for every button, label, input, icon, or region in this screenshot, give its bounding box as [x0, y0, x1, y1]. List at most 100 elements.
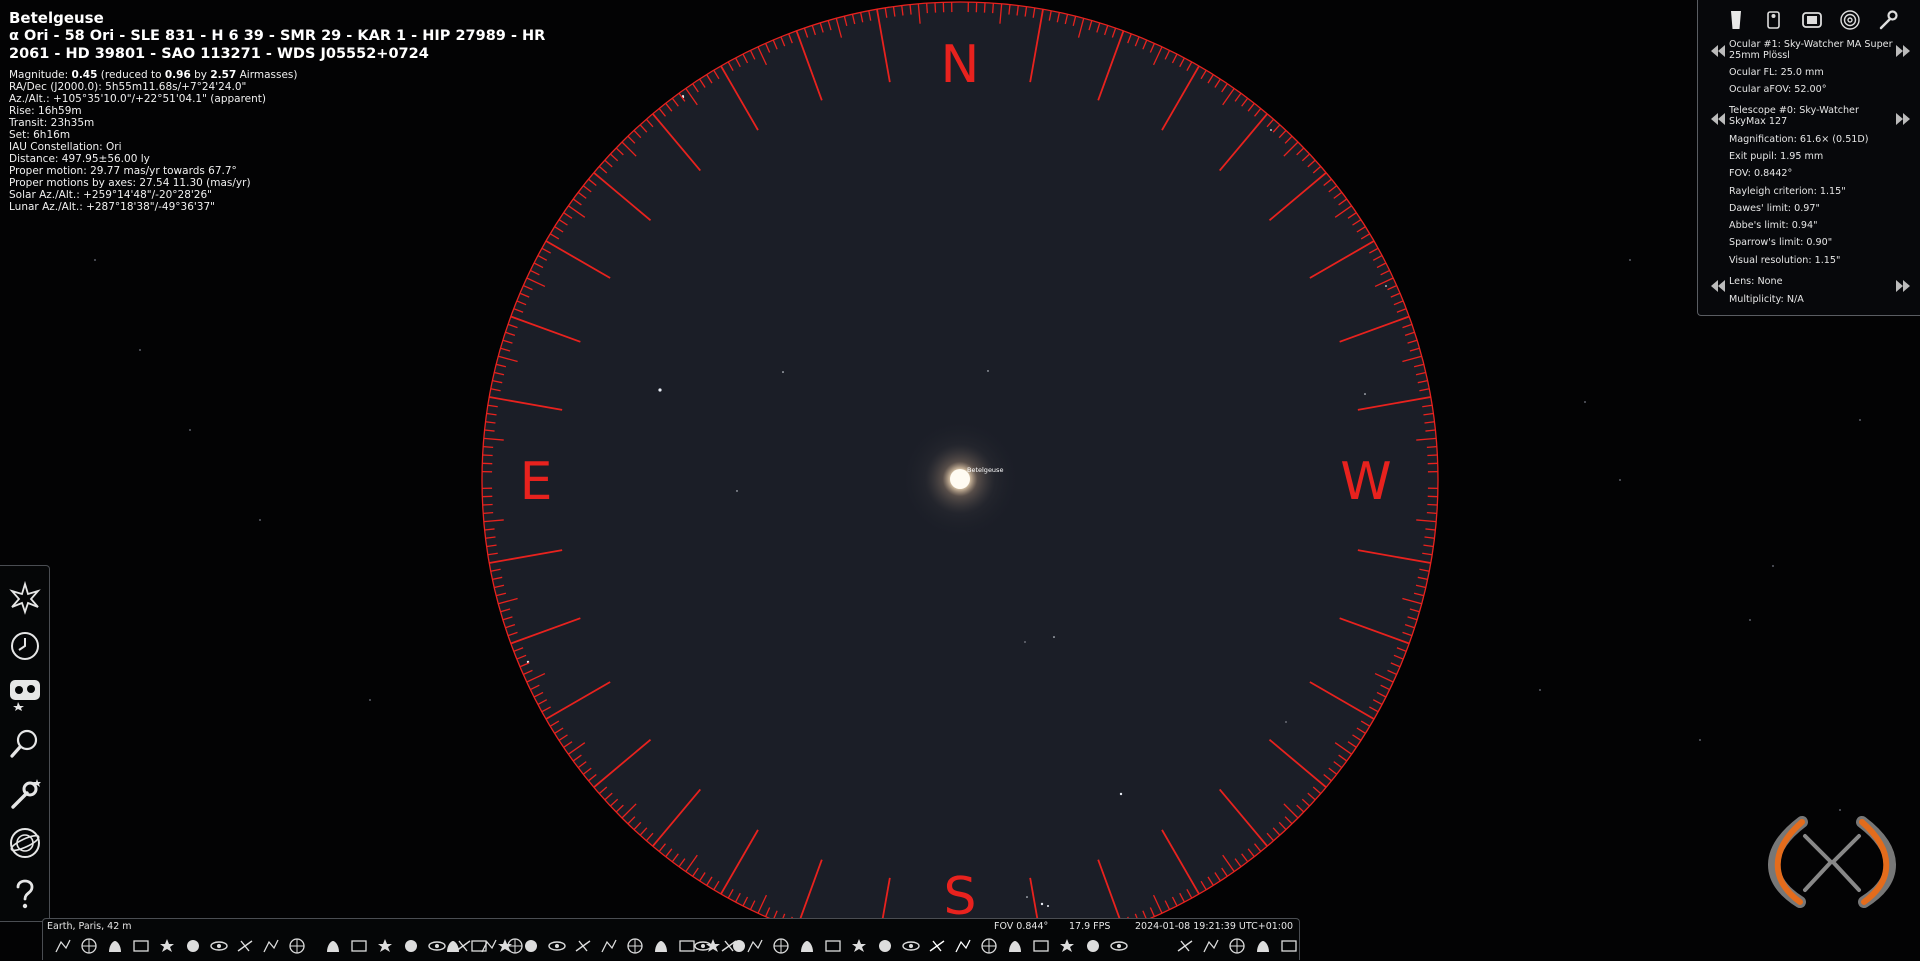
object-info-panel: Betelgeuse α Ori - 58 Ori - SLE 831 - H …	[9, 9, 609, 213]
planet-icon[interactable]	[797, 936, 817, 956]
running-man-icon[interactable]	[1057, 936, 1077, 956]
bookmarks-icon[interactable]	[719, 936, 739, 956]
fps-status: 17.9 FPS	[1069, 921, 1110, 932]
equatorial-grid-icon[interactable]	[209, 936, 229, 956]
dawes-limit: Dawes' limit: 0.97"	[1729, 203, 1897, 214]
telrad-icon[interactable]	[1838, 8, 1862, 32]
finder-icon[interactable]	[901, 936, 921, 956]
previous-ocular-icon[interactable]	[1710, 44, 1726, 58]
rotation-icon[interactable]	[875, 936, 895, 956]
forward-icon[interactable]	[1253, 936, 1273, 956]
radec-line: RA/Dec (J2000.0): 5h55m11.68s/+7°24'24.0…	[9, 81, 609, 93]
equatorial-mount-icon[interactable]	[651, 936, 671, 956]
compass-west: W	[1340, 452, 1391, 512]
telrad-toggle-icon[interactable]	[979, 936, 999, 956]
telescope-icon[interactable]	[1762, 8, 1786, 32]
atmosphere-icon[interactable]	[375, 936, 395, 956]
quit-icon[interactable]	[1279, 936, 1299, 956]
eye-icon[interactable]	[625, 936, 645, 956]
galactic-grid-icon[interactable]	[287, 936, 307, 956]
eyepiece-icon[interactable]	[823, 936, 843, 956]
dss-survey-icon[interactable]	[521, 936, 541, 956]
configure-icon[interactable]	[1876, 8, 1900, 32]
observing-list-icon[interactable]	[599, 936, 619, 956]
telescope-name: Telescope #0: Sky-Watcher SkyMax 127	[1729, 105, 1897, 127]
left-toolbar	[0, 565, 50, 922]
ocular-icon[interactable]	[1724, 8, 1748, 32]
previous-telescope-icon[interactable]	[1710, 112, 1726, 126]
visual-resolution: Visual resolution: 1.15"	[1729, 255, 1897, 266]
night-mode-icon[interactable]	[1031, 936, 1051, 956]
ocular-fl: Ocular FL: 25.0 mm	[1729, 67, 1897, 78]
fullscreen-icon[interactable]	[1005, 936, 1025, 956]
deep-sky-icon[interactable]	[573, 936, 593, 956]
pause-icon[interactable]	[1201, 936, 1221, 956]
sparrow-limit: Sparrow's limit: 0.90"	[1729, 237, 1897, 248]
cardinal-points-icon[interactable]	[323, 936, 343, 956]
angle-measure-icon[interactable]	[693, 936, 713, 956]
lens: Lens: None	[1729, 276, 1897, 287]
lunar-azalt-line: Lunar Az./Alt.: +287°18'38"/-49°36'37"	[9, 201, 609, 213]
compass-north: N	[941, 35, 980, 95]
object-details: Magnitude: 0.45 (reduced to 0.96 by 2.57…	[9, 69, 609, 213]
astronomical-calculations-icon[interactable]	[7, 825, 43, 861]
ground-icon[interactable]	[349, 936, 369, 956]
datetime-status[interactable]: 2024-01-08 19:21:39 UTC+01:00	[1135, 921, 1293, 932]
telescope-control-icon[interactable]	[771, 936, 791, 956]
next-ocular-icon[interactable]	[1895, 44, 1911, 58]
rayleigh-criterion: Rayleigh criterion: 1.15"	[1729, 186, 1897, 197]
planet-labels-icon[interactable]	[443, 936, 463, 956]
sensor-icon[interactable]	[1800, 8, 1824, 32]
ocular-view-icon[interactable]	[927, 936, 947, 956]
sky-viewing-options-icon[interactable]	[7, 580, 43, 616]
location-sky-icon[interactable]	[7, 676, 43, 712]
fov: FOV: 0.8442°	[1729, 168, 1897, 179]
oculars-panel: Ocular #1: Sky-Watcher MA Super 25mm Plö…	[1697, 0, 1920, 316]
date-time-icon[interactable]	[7, 628, 43, 664]
search-ocular-icon[interactable]	[849, 936, 869, 956]
multiplicity: Multiplicity: N/A	[1729, 294, 1897, 305]
fog-icon[interactable]	[401, 936, 421, 956]
asterism-labels-icon[interactable]	[183, 936, 203, 956]
binoculars-icon[interactable]	[1109, 936, 1129, 956]
search-icon[interactable]	[7, 726, 43, 762]
hips-survey-icon[interactable]	[547, 936, 567, 956]
constellation-boundaries-icon[interactable]	[131, 936, 151, 956]
ocular-name: Ocular #1: Sky-Watcher MA Super 25mm Plö…	[1729, 39, 1897, 61]
constellation-labels-icon[interactable]	[79, 936, 99, 956]
real-time-icon[interactable]	[1227, 936, 1247, 956]
star-label: Betelgeuse	[967, 466, 1003, 474]
constellation-lines-icon[interactable]	[53, 936, 73, 956]
proper-motion-line: Proper motion: 29.77 mas/yr towards 67.7…	[9, 165, 609, 177]
oculars-panel-toolbar	[1724, 8, 1914, 32]
azimuthal-grid-icon[interactable]	[235, 936, 255, 956]
exit-pupil: Exit pupil: 1.95 mm	[1729, 151, 1897, 162]
magnification: Magnification: 61.6× (0.51D)	[1729, 134, 1897, 145]
crosshair-icon[interactable]	[953, 936, 973, 956]
bottom-toolbar	[43, 935, 1301, 961]
abbe-limit: Abbe's limit: 0.94"	[1729, 220, 1897, 231]
constellation-art-icon[interactable]	[105, 936, 125, 956]
help-icon[interactable]	[7, 876, 43, 912]
asterism-lines-icon[interactable]	[157, 936, 177, 956]
azalt-line: Az./Alt.: +105°35'10.0"/+22°51'04.1" (ap…	[9, 93, 609, 105]
next-lens-icon[interactable]	[1895, 279, 1911, 293]
fov-status[interactable]: FOV 0.844°	[994, 921, 1048, 932]
ocular-afov: Ocular aFOV: 52.00°	[1729, 84, 1897, 95]
constellation-line: IAU Constellation: Ori	[9, 141, 609, 153]
configuration-icon[interactable]	[7, 776, 43, 812]
catalog-icon[interactable]	[745, 936, 765, 956]
ecliptic-grid-icon[interactable]	[261, 936, 281, 956]
rise-line: Rise: 16h59m	[9, 105, 609, 117]
satellite-icon[interactable]	[1083, 936, 1103, 956]
rewind-icon[interactable]	[1175, 936, 1195, 956]
distance-line: Distance: 497.95±56.00 ly	[9, 153, 609, 165]
exoplanets-icon[interactable]	[495, 936, 515, 956]
previous-lens-icon[interactable]	[1710, 279, 1726, 293]
next-telescope-icon[interactable]	[1895, 112, 1911, 126]
satellites-icon[interactable]	[469, 936, 489, 956]
transit-line: Transit: 23h35m	[9, 117, 609, 129]
location-status[interactable]: Earth, Paris, 42 m	[47, 921, 132, 932]
object-name: Betelgeuse	[9, 9, 609, 27]
solar-azalt-line: Solar Az./Alt.: +259°14'48"/-20°28'26"	[9, 189, 609, 201]
